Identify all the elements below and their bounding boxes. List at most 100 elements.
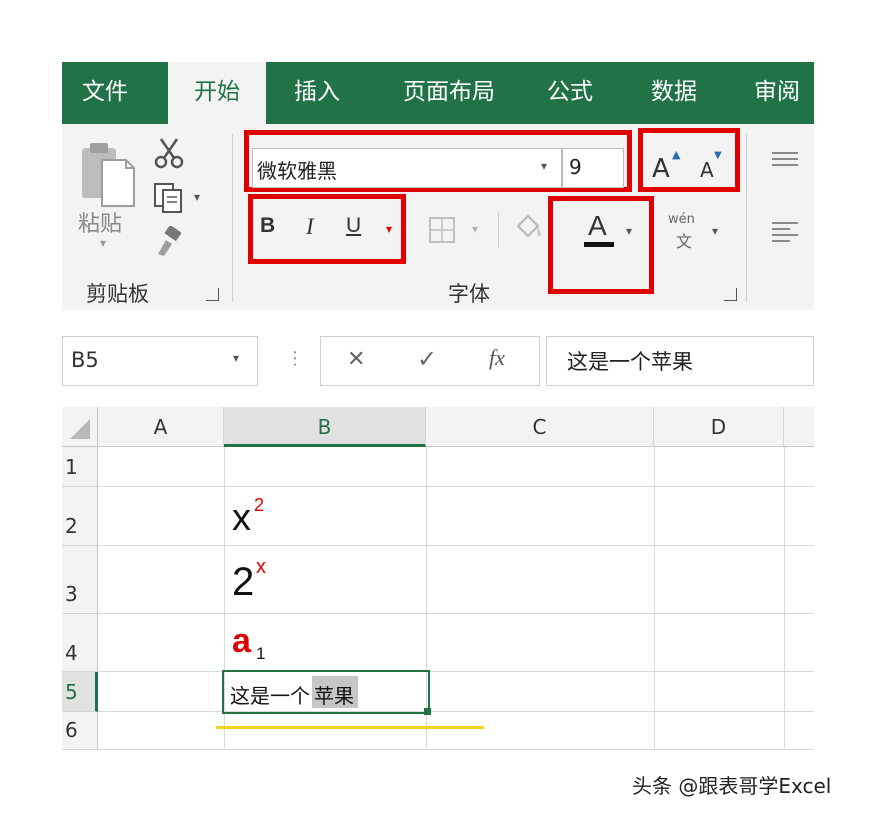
row-header-6[interactable]: 6: [62, 712, 98, 750]
column-header-a[interactable]: A: [98, 407, 224, 447]
decrease-font-glyph: A: [700, 158, 714, 182]
phonetic-char: 文: [676, 232, 693, 251]
select-all-button[interactable]: [62, 407, 98, 447]
phonetic-dropdown-icon[interactable]: ▾: [712, 224, 718, 238]
borders-dropdown-icon[interactable]: ▾: [472, 222, 478, 236]
cell-b3-superscript: x: [256, 556, 266, 578]
name-box[interactable]: B5 ▾: [62, 336, 258, 386]
phonetic-guide-button[interactable]: wén 文 ▾: [668, 212, 724, 252]
fill-handle[interactable]: [424, 708, 431, 715]
tab-insert[interactable]: 插入: [276, 62, 358, 124]
decrease-font-size-button[interactable]: A ▼: [700, 148, 732, 186]
tab-file[interactable]: 文件: [62, 62, 148, 124]
font-group-label: 字体: [448, 282, 490, 306]
ribbon-separator: [746, 134, 747, 302]
tab-data[interactable]: 数据: [636, 62, 712, 124]
cell-b5-selected-text: 苹果: [312, 676, 358, 708]
align-left-icon: [772, 222, 798, 242]
brush-icon: [158, 224, 182, 256]
cell-b3-base: 2: [232, 560, 255, 604]
borders-button[interactable]: ▾: [428, 216, 486, 244]
column-header-d[interactable]: D: [654, 407, 784, 447]
grid-line: [98, 671, 814, 672]
bold-button[interactable]: B: [260, 214, 275, 238]
copy-dropdown-icon[interactable]: ▾: [194, 190, 200, 204]
font-dialog-launcher-icon[interactable]: [724, 288, 737, 301]
align-top-icon: [772, 152, 798, 166]
grid-line: [784, 447, 785, 750]
cell-b5-selection[interactable]: 这是一个 苹果: [222, 670, 431, 715]
paste-dropdown-icon[interactable]: ▾: [100, 236, 106, 250]
insert-function-button[interactable]: fx: [489, 345, 505, 371]
copy-button[interactable]: ▾: [152, 182, 212, 214]
font-name-combobox[interactable]: 微软雅黑 ▾: [252, 148, 562, 188]
grid-line: [98, 613, 814, 614]
row-header-3[interactable]: 3: [62, 546, 98, 614]
font-color-swatch: [584, 242, 614, 247]
yellow-annotation-line: [216, 726, 484, 729]
format-painter-button[interactable]: [152, 224, 186, 256]
grid-line: [98, 486, 814, 487]
watermark: 头条 @跟表哥学Excel: [632, 774, 832, 798]
row-header-2[interactable]: 2: [62, 487, 98, 546]
grid-line: [98, 545, 814, 546]
font-size-combobox[interactable]: 9: [562, 148, 624, 188]
tab-formulas[interactable]: 公式: [532, 62, 608, 124]
triangle-up-icon: ▲: [672, 148, 681, 161]
font-size-value: 9: [569, 155, 582, 179]
formula-bar-handle-icon[interactable]: ⋮: [286, 348, 304, 369]
font-color-glyph: A: [588, 210, 607, 241]
tab-home[interactable]: 开始: [168, 62, 266, 124]
column-header-overflow: [784, 407, 814, 447]
grid-line: [98, 749, 814, 750]
paste-button[interactable]: 粘贴 ▾: [76, 140, 136, 250]
cell-b4-base: a: [232, 622, 251, 660]
increase-font-size-button[interactable]: A ▲: [652, 148, 688, 186]
tab-page-layout[interactable]: 页面布局: [380, 62, 518, 124]
cancel-entry-button[interactable]: ✕: [347, 347, 365, 372]
scissors-icon: [154, 138, 184, 169]
paste-label: 粘贴: [78, 212, 123, 237]
align-top-button[interactable]: [770, 150, 800, 170]
italic-button[interactable]: I: [306, 214, 314, 240]
paste-icon: [82, 143, 135, 207]
paint-bucket-icon: [516, 214, 541, 238]
tab-review[interactable]: 审阅: [740, 62, 814, 124]
column-header-c[interactable]: C: [426, 407, 654, 447]
underline-button[interactable]: U: [346, 214, 361, 238]
borders-icon: [429, 217, 455, 243]
clipboard-group-label: 剪贴板: [86, 282, 149, 306]
column-header-b[interactable]: B: [224, 407, 426, 447]
cell-b2[interactable]: x 2: [230, 495, 420, 541]
formula-buttons: ✕ ✓ fx: [320, 336, 540, 386]
cell-b5-text: 这是一个: [230, 684, 310, 708]
cut-button[interactable]: [152, 136, 186, 170]
underline-dropdown-icon[interactable]: ▾: [386, 222, 392, 236]
font-color-dropdown-icon[interactable]: ▾: [626, 224, 632, 238]
clipboard-dialog-launcher-icon[interactable]: [206, 288, 219, 301]
ribbon-tab-bar: 文件 开始 插入 页面布局 公式 数据 审阅: [62, 62, 814, 124]
cell-b2-base: x: [232, 497, 251, 539]
row-header-4[interactable]: 4: [62, 614, 98, 672]
formula-input[interactable]: 这是一个苹果: [546, 336, 814, 386]
cell-b3[interactable]: 2 x: [230, 556, 420, 608]
name-box-dropdown-icon[interactable]: ▾: [233, 351, 239, 365]
cell-b4-subscript: 1: [256, 644, 266, 663]
row-header-1[interactable]: 1: [62, 447, 98, 487]
row-header-5[interactable]: 5: [62, 672, 98, 712]
ribbon-separator: [232, 134, 233, 302]
cell-b4[interactable]: a 1: [230, 622, 420, 668]
increase-font-glyph: A: [652, 154, 670, 184]
align-left-button[interactable]: [770, 220, 800, 242]
select-all-triangle-icon: [70, 419, 90, 439]
grid-line: [654, 447, 655, 750]
fill-color-button[interactable]: [512, 210, 552, 246]
copy-icon: [154, 183, 182, 213]
phonetic-pinyin: wén: [668, 212, 695, 227]
font-color-button[interactable]: A: [584, 210, 618, 250]
triangle-down-icon: ▼: [714, 150, 722, 161]
formula-value: 这是一个苹果: [567, 350, 693, 374]
font-name-dropdown-icon[interactable]: ▾: [541, 159, 547, 173]
confirm-entry-button[interactable]: ✓: [417, 345, 437, 373]
ribbon-separator: [498, 212, 499, 248]
